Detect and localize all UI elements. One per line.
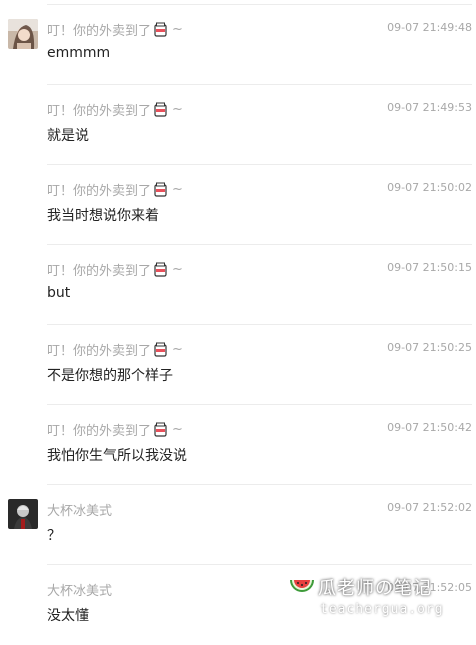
sender-tilde: ~ bbox=[172, 22, 183, 37]
chat-message: 叮！你的外卖到了 ~ 09-07 21:50:42 我怕你生气所以我没说 bbox=[47, 404, 472, 485]
message-text: 没太懂 bbox=[47, 608, 89, 624]
watermark-url: teachergua.org bbox=[320, 602, 444, 617]
message-sender[interactable]: 大杯冰美式 bbox=[47, 580, 112, 599]
avatar-girl[interactable] bbox=[8, 19, 38, 49]
watermark: 瓜老师の笔记 teachergua.org bbox=[284, 574, 464, 624]
sender-name[interactable]: 叮！你的外卖到了 bbox=[47, 20, 151, 39]
sender-tilde: ~ bbox=[172, 342, 183, 357]
message-sender[interactable]: 叮！你的外卖到了 ~ bbox=[47, 100, 183, 119]
takeout-cup-icon bbox=[154, 182, 167, 197]
sender-name[interactable]: 叮！你的外卖到了 bbox=[47, 420, 151, 439]
message-text: 不是你想的那个样子 bbox=[47, 368, 173, 384]
sender-name[interactable]: 叮！你的外卖到了 bbox=[47, 340, 151, 359]
message-sender[interactable]: 叮！你的外卖到了 ~ bbox=[47, 260, 183, 279]
message-text: emmmm bbox=[47, 45, 111, 61]
message-time: 09-07 21:49:48 bbox=[387, 21, 472, 34]
message-sender[interactable]: 大杯冰美式 bbox=[47, 500, 112, 519]
takeout-cup-icon bbox=[154, 262, 167, 277]
sender-tilde: ~ bbox=[172, 422, 183, 437]
watermelon-icon bbox=[290, 580, 314, 592]
message-time: 09-07 21:52:02 bbox=[387, 501, 472, 514]
message-sender[interactable]: 叮！你的外卖到了 ~ bbox=[47, 340, 183, 359]
message-sender[interactable]: 叮！你的外卖到了 ~ bbox=[47, 20, 183, 39]
message-time: 09-07 21:50:42 bbox=[387, 421, 472, 434]
chat-message: 叮！你的外卖到了 ~ 09-07 21:50:15 but bbox=[47, 244, 472, 325]
message-time: 09-07 21:49:53 bbox=[387, 101, 472, 114]
message-text: 我怕你生气所以我没说 bbox=[47, 448, 187, 464]
chat-message: 叮！你的外卖到了 ~ 09-07 21:49:53 就是说 bbox=[47, 84, 472, 165]
chat-message: 叮！你的外卖到了 ~ 09-07 21:50:02 我当时想说你来着 bbox=[47, 164, 472, 245]
sender-name[interactable]: 叮！你的外卖到了 bbox=[47, 100, 151, 119]
message-sender[interactable]: 叮！你的外卖到了 ~ bbox=[47, 420, 183, 439]
sender-tilde: ~ bbox=[172, 262, 183, 277]
message-time: 09-07 21:50:15 bbox=[387, 261, 472, 274]
message-time: 09-07 21:50:25 bbox=[387, 341, 472, 354]
message-text: but bbox=[47, 285, 71, 301]
chat-history: 叮！你的外卖到了 ~ 09-07 21:49:48 emmmm 叮！你的外卖到了… bbox=[0, 0, 476, 624]
sender-tilde: ~ bbox=[172, 182, 183, 197]
message-text: 就是说 bbox=[47, 128, 89, 144]
avatar-boy[interactable] bbox=[8, 499, 38, 529]
chat-message: 叮！你的外卖到了 ~ 09-07 21:50:25 不是你想的那个样子 bbox=[47, 324, 472, 405]
takeout-cup-icon bbox=[154, 342, 167, 357]
watermark-title: 瓜老师の笔记 bbox=[318, 578, 432, 599]
sender-name[interactable]: 大杯冰美式 bbox=[47, 500, 112, 519]
takeout-cup-icon bbox=[154, 22, 167, 37]
sender-name[interactable]: 叮！你的外卖到了 bbox=[47, 260, 151, 279]
message-time: 09-07 21:50:02 bbox=[387, 181, 472, 194]
sender-tilde: ~ bbox=[172, 102, 183, 117]
chat-message: 叮！你的外卖到了 ~ 09-07 21:49:48 emmmm bbox=[47, 4, 472, 85]
message-text: ？ bbox=[47, 528, 61, 544]
chat-message: 大杯冰美式 09-07 21:52:02 ？ bbox=[47, 484, 472, 565]
message-sender[interactable]: 叮！你的外卖到了 ~ bbox=[47, 180, 183, 199]
sender-name[interactable]: 叮！你的外卖到了 bbox=[47, 180, 151, 199]
takeout-cup-icon bbox=[154, 422, 167, 437]
sender-name[interactable]: 大杯冰美式 bbox=[47, 580, 112, 599]
message-text: 我当时想说你来着 bbox=[47, 208, 159, 224]
takeout-cup-icon bbox=[154, 102, 167, 117]
